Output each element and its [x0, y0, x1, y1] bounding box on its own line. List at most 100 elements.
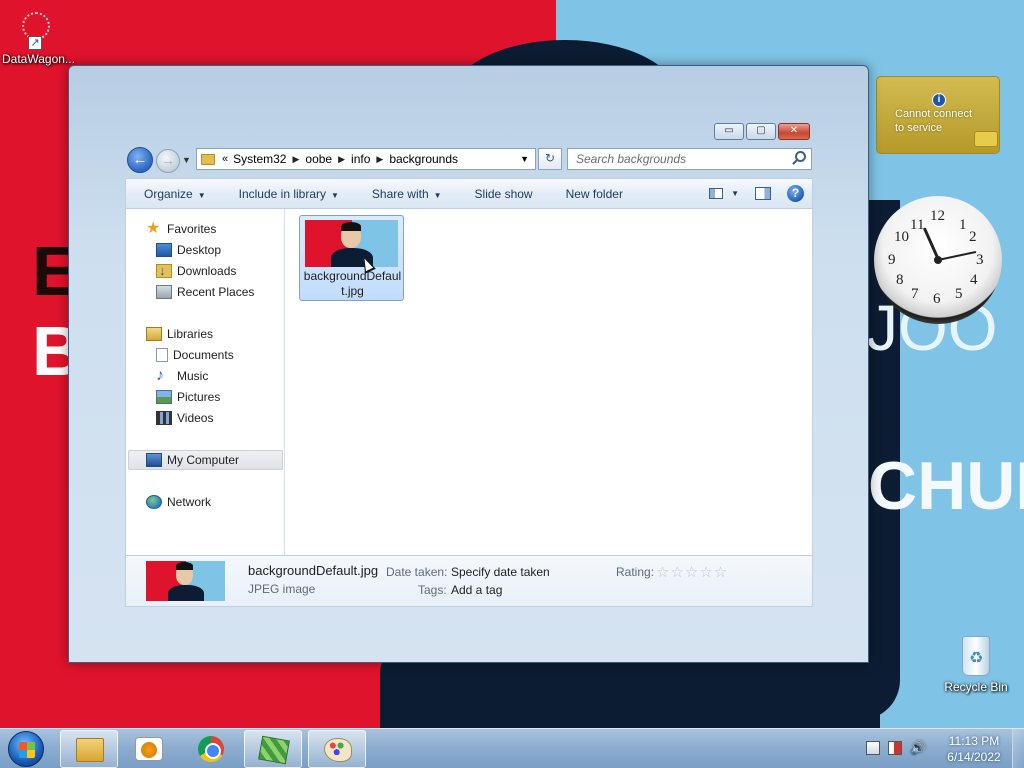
rating-stars[interactable]: ☆☆☆☆☆	[656, 563, 728, 581]
include-in-library-label: Include in library	[238, 186, 326, 201]
clock-number-2: 2	[969, 229, 977, 245]
include-in-library-menu[interactable]: Include in library ▼	[221, 187, 354, 201]
clock-number-10: 10	[894, 229, 909, 245]
nav-item-label: Downloads	[177, 264, 237, 278]
folder-explorer-icon	[76, 738, 104, 762]
taskbar-time: 11:13 PM	[948, 734, 1000, 748]
system-tray: 🔊	[866, 741, 926, 755]
slide-show-button[interactable]: Slide show	[457, 187, 548, 201]
nav-item-libraries[interactable]: Libraries	[146, 324, 213, 344]
file-name-label: backgroundDefault.jpg	[303, 269, 402, 298]
back-button[interactable]: ←	[127, 147, 153, 173]
chrome-icon	[198, 736, 224, 762]
clock-number-4: 4	[970, 272, 978, 288]
recent-places-icon	[156, 285, 172, 299]
breadcrumb-separator-icon[interactable]: ▶	[376, 154, 383, 165]
date-taken-label: Date taken:	[386, 565, 448, 579]
nav-item-desktop[interactable]: Desktop	[156, 240, 221, 260]
breadcrumb-system32[interactable]: System32	[233, 152, 286, 166]
search-input[interactable]: Search backgrounds	[567, 148, 812, 170]
taskbar-explorer[interactable]	[60, 730, 118, 768]
taskbar-paint[interactable]	[308, 730, 366, 768]
nav-item-label: Recent Places	[177, 285, 255, 299]
refresh-button[interactable]: ↻	[538, 148, 562, 170]
nav-item-network[interactable]: Network	[146, 492, 211, 512]
recycle-bin-icon: ♻	[959, 632, 993, 678]
nav-item-favorites[interactable]: ★ Favorites	[146, 219, 216, 239]
address-bar[interactable]: « System32 ▶ oobe ▶ info ▶ backgrounds ▼	[196, 148, 536, 170]
nav-item-downloads[interactable]: Downloads	[156, 261, 236, 281]
details-thumbnail	[146, 561, 225, 601]
paint-palette-icon	[324, 738, 352, 762]
clock-number-8: 8	[896, 272, 904, 288]
desktop-icon-label: DataWagon...	[2, 52, 75, 66]
tags-value[interactable]: Add a tag	[451, 583, 502, 597]
maximize-button[interactable]: ▢	[746, 123, 776, 140]
chevron-down-icon: ▼	[197, 190, 206, 200]
details-file-name: backgroundDefault.jpg	[248, 563, 379, 578]
nav-item-documents[interactable]: Documents	[156, 345, 234, 365]
file-list-pane[interactable]: backgroundDefault.jpg	[285, 209, 813, 555]
nav-item-label: Videos	[177, 411, 214, 425]
breadcrumb-backgrounds[interactable]: backgrounds	[389, 152, 458, 166]
action-center-flag-icon[interactable]	[866, 741, 880, 755]
nav-item-label: Music	[177, 369, 209, 383]
preview-pane-button[interactable]	[755, 187, 771, 200]
help-button[interactable]: ?	[787, 185, 804, 202]
date-taken-value[interactable]: Specify date taken	[451, 565, 550, 579]
show-desktop-button[interactable]	[1012, 729, 1024, 768]
network-status-icon[interactable]	[888, 741, 902, 755]
computer-icon	[146, 453, 162, 467]
forward-button[interactable]: →	[156, 149, 180, 173]
file-item-backgrounddefault[interactable]: backgroundDefault.jpg	[299, 215, 404, 301]
clock-gadget[interactable]: 12 1 2 3 4 5 6 7 8 9 10 11	[874, 196, 1002, 324]
command-bar: Organize ▼ Include in library ▼ Share with…	[125, 178, 813, 209]
organize-menu[interactable]: Organize ▼	[126, 187, 221, 201]
taskbar-media-player[interactable]	[120, 730, 178, 768]
datawagon-shortcut-icon: ↗	[16, 10, 56, 50]
downloads-icon	[156, 263, 172, 278]
chevron-down-icon: ▼	[331, 190, 339, 200]
address-overflow-button[interactable]: «	[222, 153, 228, 165]
volume-icon[interactable]: 🔊	[910, 741, 926, 755]
breadcrumb-separator-icon[interactable]: ▶	[338, 154, 345, 165]
taskbar-cube-app[interactable]	[244, 730, 302, 768]
new-folder-button[interactable]: New folder	[548, 187, 638, 201]
minimize-button[interactable]: ▭	[714, 123, 744, 140]
nav-item-recent-places[interactable]: Recent Places	[156, 282, 254, 302]
clock-number-11: 11	[910, 217, 925, 233]
breadcrumb-info[interactable]: info	[351, 152, 370, 166]
nav-item-videos[interactable]: Videos	[156, 408, 213, 428]
nav-item-label: Network	[167, 495, 212, 509]
desktop-icon-datawagon[interactable]: ↗ DataWagon...	[2, 10, 75, 66]
taskbar: 🔊 11:13 PM 6/14/2022	[0, 728, 1024, 768]
close-button[interactable]: ✕	[778, 123, 810, 140]
breadcrumb-separator-icon[interactable]: ▶	[292, 154, 299, 165]
search-icon-holder[interactable]	[795, 151, 809, 165]
nav-item-music[interactable]: ♪ Music	[156, 366, 208, 386]
details-pane: backgroundDefault.jpg JPEG image Date ta…	[125, 555, 813, 607]
clock-number-6: 6	[933, 291, 941, 307]
weather-gadget-message-line1: Cannot connect	[895, 108, 973, 120]
recent-pages-dropdown[interactable]: ▼	[182, 155, 191, 165]
navigation-pane: ★ Favorites Desktop Downloads Recent Pla…	[125, 209, 285, 555]
documents-icon	[156, 348, 168, 362]
music-note-icon: ♪	[156, 367, 164, 384]
taskbar-clock[interactable]: 11:13 PM 6/14/2022	[938, 733, 1010, 765]
clock-number-7: 7	[911, 286, 919, 302]
address-history-dropdown[interactable]: ▼	[520, 154, 529, 164]
share-with-menu[interactable]: Share with ▼	[354, 187, 457, 201]
nav-item-label: Favorites	[167, 222, 217, 236]
taskbar-chrome[interactable]	[182, 730, 240, 768]
explorer-window: ▭ ▢ ✕ ← → ▼ « System32 ▶ oobe ▶ info ▶ b…	[68, 65, 869, 663]
change-view-button[interactable]: ▼	[709, 188, 739, 199]
nav-item-my-computer[interactable]: My Computer	[146, 450, 239, 470]
breadcrumb-oobe[interactable]: oobe	[305, 152, 332, 166]
info-icon: i	[932, 93, 946, 107]
nav-item-pictures[interactable]: Pictures	[156, 387, 220, 407]
desktop-icon-recycle-bin[interactable]: ♻ Recycle Bin	[940, 632, 1012, 694]
clock-number-5: 5	[955, 286, 963, 302]
start-button[interactable]	[8, 731, 44, 767]
image-thumbnail	[146, 561, 225, 601]
weather-gadget[interactable]: i Cannot connect to service	[876, 76, 1000, 154]
